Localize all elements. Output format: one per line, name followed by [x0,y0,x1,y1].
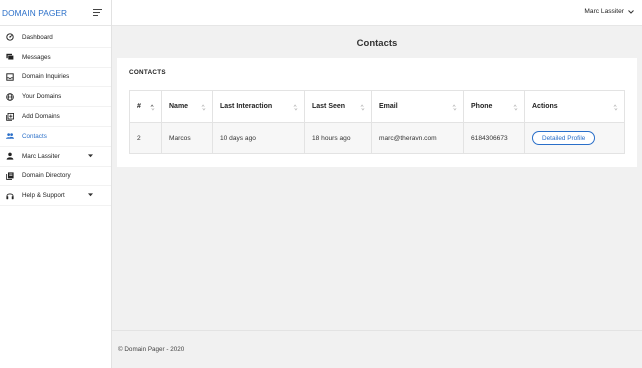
sidebar-item-label: Your Domains [22,93,62,101]
sidebar-item-messages[interactable]: Messages [0,48,111,68]
sidebar: DOMAIN PAGER Dashboard Messages Domain I… [0,0,112,368]
table-row: 2 Marcos 10 days ago 18 hours ago marc@t… [129,122,625,154]
sidebar-item-help-support[interactable]: Help & Support [0,186,111,207]
sort-icon [150,104,155,111]
messages-icon [5,53,14,62]
cell-last-seen: 18 hours ago [304,122,372,154]
column-header-name[interactable]: Name [161,90,213,123]
sidebar-item-marc-lassiter[interactable]: Marc Lassiter [0,147,111,167]
table-header-row: # Name Last Interaction Last Seen Email … [129,90,625,123]
chevron-down-icon [88,193,93,197]
footer-copyright: © Domain Pager - 2020 [118,346,185,353]
column-header-email[interactable]: Email [371,90,464,123]
sidebar-item-dashboard[interactable]: Dashboard [0,28,111,48]
directory-icon [5,171,14,180]
detailed-profile-button[interactable]: Detailed Profile [532,131,596,145]
menu-toggle-icon[interactable] [93,8,105,18]
dashboard-icon [5,33,14,42]
sidebar-item-label: Help & Support [22,192,65,200]
sort-icon [293,104,298,111]
sidebar-item-label: Domain Inquiries [22,73,70,81]
brand-logo[interactable]: DOMAIN PAGER [2,8,67,18]
headset-icon [5,191,14,200]
chevron-down-icon [88,154,93,158]
footer-divider [112,330,642,331]
cell-number: 2 [129,122,162,154]
page-title: Contacts [356,38,398,49]
sidebar-item-add-domains[interactable]: Add Domains [0,107,111,127]
sidebar-item-label: Contacts [22,132,47,140]
chevron-down-icon [628,9,634,14]
sort-icon [201,104,206,111]
inquiries-icon [5,72,14,81]
sidebar-item-your-domains[interactable]: Your Domains [0,87,111,108]
sidebar-item-label: Messages [22,53,51,61]
contacts-table: # Name Last Interaction Last Seen Email … [129,90,625,154]
sort-icon [452,104,457,111]
cell-last-interaction: 10 days ago [212,122,305,154]
card-title: CONTACTS [129,69,166,76]
user-name: Marc Lassiter [584,8,624,15]
sort-icon [613,104,618,111]
column-header-actions[interactable]: Actions [524,90,625,123]
column-header-phone[interactable]: Phone [463,90,525,123]
cell-phone: 6184306673 [463,122,525,154]
sidebar-item-domain-directory[interactable]: Domain Directory [0,167,111,187]
cell-actions: Detailed Profile [524,122,625,154]
sidebar-nav: Dashboard Messages Domain Inquiries Your… [0,26,111,207]
column-header-last-seen[interactable]: Last Seen [304,90,372,123]
globe-icon [5,92,14,101]
sidebar-item-label: Domain Directory [22,172,71,180]
cell-name: Marcos [161,122,213,154]
sort-icon [513,104,518,111]
sidebar-item-contacts[interactable]: Contacts [0,127,111,147]
add-domain-icon [5,112,14,121]
column-header-number[interactable]: # [129,90,162,123]
sidebar-item-label: Marc Lassiter [22,152,60,160]
user-icon [5,152,14,161]
contacts-icon [5,132,14,141]
top-bar: Marc Lassiter [112,0,642,26]
column-header-last-interaction[interactable]: Last Interaction [212,90,305,123]
brand-bar: DOMAIN PAGER [0,0,111,26]
sidebar-item-label: Add Domains [22,113,60,121]
sidebar-item-label: Dashboard [22,33,53,41]
cell-email: marc@theravn.com [371,122,464,154]
contacts-card: CONTACTS # Name Last Interaction Last Se… [117,58,637,167]
user-menu[interactable]: Marc Lassiter [584,8,634,15]
sidebar-item-domain-inquiries[interactable]: Domain Inquiries [0,68,111,88]
sort-icon [360,104,365,111]
